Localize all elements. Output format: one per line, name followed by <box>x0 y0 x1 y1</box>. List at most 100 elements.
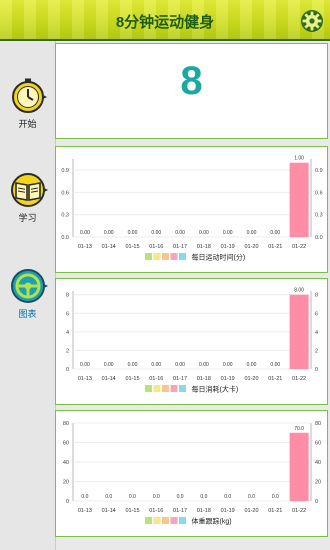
legend-swatch <box>179 385 186 392</box>
x-tick-label: 01-19 <box>221 244 235 250</box>
bar-value-label: 0.0 <box>224 494 231 500</box>
y-tick-label-right: 0.9 <box>315 168 323 174</box>
x-tick-label: 01-15 <box>125 376 139 382</box>
app-header: 8分钟运动健身 <box>0 0 330 41</box>
y-tick-label-left: 60 <box>63 441 69 447</box>
x-tick-label: 01-20 <box>244 244 258 250</box>
legend-swatch <box>153 385 161 392</box>
x-tick-label: 01-14 <box>102 244 116 250</box>
gear-icon[interactable] <box>300 9 324 33</box>
legend-swatch <box>170 517 178 524</box>
bar-value-label: 0.00 <box>175 230 185 236</box>
y-tick-label-left: 20 <box>63 480 69 486</box>
y-tick-label-right: 0 <box>315 499 318 505</box>
x-tick-label: 01-18 <box>197 376 211 382</box>
stopwatch-icon <box>11 78 47 113</box>
x-tick-label: 01-21 <box>268 508 282 514</box>
bar-value-label: 0.0 <box>177 494 184 500</box>
y-tick-label-right: 20 <box>315 480 321 486</box>
bar-value-label: 8.00 <box>294 288 304 294</box>
bar-value-label: 0.00 <box>270 362 280 368</box>
y-tick-label-left: 0 <box>66 499 69 505</box>
bar-value-label: 0.00 <box>270 230 280 236</box>
y-tick-label-left: 0.6 <box>61 190 69 196</box>
exercise-time-chart: 0.0 0.0 0.3 0.3 0.6 0.6 0.9 0.9 0.00 01-13 0.00 01-… <box>61 156 323 262</box>
x-tick-label: 01-22 <box>292 508 306 514</box>
weight-chart: 0 0 20 20 40 40 60 60 80 80 0.0 01-13 0.0 01-14 0.0 01-… <box>63 421 321 526</box>
today-total-card: 8 <box>55 43 328 139</box>
y-tick-label-left: 80 <box>63 421 69 427</box>
x-tick-label: 01-16 <box>149 244 163 250</box>
x-tick-label: 01-13 <box>78 244 92 250</box>
book-icon <box>10 173 48 207</box>
legend-label: 体重跟踪(kg) <box>192 517 232 526</box>
y-tick-label-left: 4 <box>66 330 69 336</box>
y-tick-label-right: 80 <box>315 421 321 427</box>
x-tick-label: 01-19 <box>221 508 235 514</box>
x-tick-label: 01-18 <box>197 244 211 250</box>
legend-swatch <box>153 253 161 260</box>
bar-value-label: 0.00 <box>175 362 185 368</box>
big-number: 8 <box>180 59 203 103</box>
x-tick-label: 01-20 <box>244 376 258 382</box>
x-tick-label: 01-15 <box>125 508 139 514</box>
bar <box>289 294 309 369</box>
chart-card-time: 0.0 0.0 0.3 0.3 0.6 0.6 0.9 0.9 0.00 01-13 0.00 01-… <box>55 146 328 273</box>
legend-swatch <box>170 385 178 392</box>
y-tick-label-right: 4 <box>315 330 318 336</box>
bar-value-label: 70.0 <box>294 426 304 432</box>
y-tick-label-right: 8 <box>315 293 318 299</box>
x-tick-label: 01-19 <box>221 376 235 382</box>
legend-swatch <box>162 253 169 260</box>
y-tick-label-right: 0.0 <box>315 235 323 241</box>
bar-value-label: 0.0 <box>129 494 136 500</box>
bar-value-label: 0.00 <box>104 362 114 368</box>
legend-swatch <box>145 517 152 524</box>
bar-value-label: 0.00 <box>80 362 90 368</box>
legend-label: 每日运动时间(分) <box>192 253 246 262</box>
bar-value-label: 0.00 <box>104 230 114 236</box>
sidebar: 开始 学习 图表 <box>0 41 56 550</box>
sidebar-item-learn[interactable]: 学习 <box>0 171 55 224</box>
app-title: 8分钟运动健身 <box>115 14 215 31</box>
y-tick-label-left: 2 <box>66 348 69 354</box>
sidebar-item-start[interactable]: 开始 <box>0 77 55 130</box>
legend-swatch <box>145 253 152 260</box>
bar-value-label: 0.0 <box>153 494 160 500</box>
bar-value-label: 0.00 <box>199 230 209 236</box>
legend-swatch <box>179 517 186 524</box>
y-tick-label-right: 40 <box>315 460 321 466</box>
x-tick-label: 01-20 <box>244 508 258 514</box>
bar-value-label: 0.0 <box>200 494 207 500</box>
x-tick-label: 01-21 <box>268 376 282 382</box>
bar <box>289 432 309 501</box>
x-tick-label: 01-18 <box>197 508 211 514</box>
sidebar-item-chart[interactable]: 图表 <box>0 267 55 320</box>
y-tick-label-left: 6 <box>66 311 69 317</box>
bar-value-label: 0.00 <box>151 230 161 236</box>
bar-value-label: 0.00 <box>247 362 257 368</box>
chart-card-weight: 0 0 20 20 40 40 60 60 80 80 0.0 01-13 0.0 01-14 0.0 01-… <box>55 410 328 537</box>
steering-wheel-icon <box>10 269 48 303</box>
x-tick-label: 01-17 <box>173 376 187 382</box>
x-tick-label: 01-21 <box>268 244 282 250</box>
bar-value-label: 0.0 <box>248 494 255 500</box>
y-tick-label-right: 6 <box>315 311 318 317</box>
y-tick-label-right: 60 <box>315 441 321 447</box>
calories-chart: 0 0 2 2 4 4 6 6 8 8 0.00 01-13 0.00 01-14 0.00 01-15 0.0… <box>66 288 318 394</box>
y-tick-label-left: 0.3 <box>61 213 69 219</box>
legend-swatch <box>153 517 161 524</box>
legend-swatch <box>162 517 169 524</box>
bar-value-label: 0.0 <box>272 494 279 500</box>
x-tick-label: 01-14 <box>102 508 116 514</box>
bar-value-label: 0.00 <box>223 230 233 236</box>
x-tick-label: 01-13 <box>78 508 92 514</box>
legend-swatch <box>170 253 178 260</box>
y-tick-label-left: 8 <box>66 293 69 299</box>
legend-swatch <box>179 253 186 260</box>
y-tick-label-right: 0.6 <box>315 190 323 196</box>
legend-swatch <box>145 385 152 392</box>
legend-swatch <box>162 385 169 392</box>
sidebar-item-label: 图表 <box>18 309 37 319</box>
bar-value-label: 0.0 <box>105 494 112 500</box>
